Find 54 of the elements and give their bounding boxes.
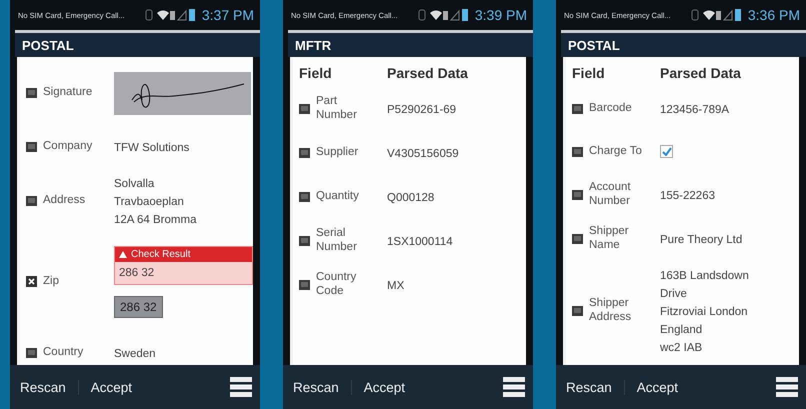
field-label: Address — [43, 194, 86, 208]
action-button[interactable]: Rescan — [566, 380, 625, 394]
action-button[interactable]: Accept — [90, 380, 144, 394]
status-icons-drawing — [144, 8, 197, 22]
action-button[interactable]: Accept — [364, 380, 418, 394]
field-value: Sweden — [114, 348, 156, 360]
field-label: Shipper Address — [589, 297, 632, 325]
field-label: Shipper Name — [589, 225, 629, 253]
field-label: Quantity — [316, 190, 359, 204]
clock-time: 3:39 PM — [474, 7, 527, 23]
screen-title: POSTAL — [561, 30, 806, 57]
field-label: Company — [43, 140, 92, 154]
field-value: 1SX1000114 — [387, 236, 453, 248]
column-header: Parsed Data — [387, 65, 469, 81]
field-label: Country Code — [316, 271, 356, 299]
menu-icon[interactable] — [776, 376, 798, 398]
field-value: 155-22263 — [660, 190, 715, 202]
action-button[interactable]: Rescan — [293, 380, 352, 394]
field-value: Solvalla Travbaoeplan 12A 64 Bromma — [114, 178, 196, 226]
field-label: Zip — [43, 275, 59, 289]
screen-title: POSTAL — [15, 30, 260, 57]
alert-title: Check Result — [131, 249, 190, 260]
action-button[interactable]: Accept — [636, 380, 690, 394]
field-value: 286 32 — [118, 266, 156, 281]
column-header: Parsed Data — [660, 65, 742, 81]
field-label: Signature — [43, 86, 92, 100]
scanned-value: 286 32 — [114, 296, 163, 318]
field-value: 163B Landsdown Drive Fitzroviai London England wc2 IAB — [660, 270, 749, 354]
field-label: Supplier — [316, 146, 358, 160]
field-value: Q000128 — [387, 192, 434, 204]
field-label: Country — [43, 346, 84, 360]
field-label: Charge To — [589, 145, 642, 159]
field-label: Serial Number — [316, 227, 357, 255]
status-icons-drawing — [690, 8, 743, 22]
menu-icon[interactable] — [230, 376, 252, 398]
field-value: MX — [387, 280, 404, 292]
menu-icon[interactable] — [503, 376, 525, 398]
field-value: Pure Theory Ltd — [660, 234, 742, 246]
field-value: 123456-789A — [660, 104, 730, 116]
action-button[interactable]: Rescan — [20, 380, 79, 394]
field-value: P5290261-69 — [387, 104, 456, 116]
field-value: V4305156059 — [387, 148, 459, 160]
status-icons-drawing — [418, 8, 470, 22]
column-header: Field — [572, 65, 606, 81]
warning-icon — [119, 251, 127, 258]
field-label: Barcode — [589, 102, 632, 116]
field-label: Account Number — [589, 181, 631, 209]
field-label: Part Number — [316, 95, 357, 123]
column-header: Field — [299, 65, 333, 81]
screen-title: MFTR — [288, 30, 533, 57]
clock-time: 3:37 PM — [202, 7, 254, 23]
checkbox[interactable] — [660, 145, 673, 158]
clock-time: 3:36 PM — [748, 7, 800, 23]
field-value: TFW Solutions — [114, 142, 190, 154]
